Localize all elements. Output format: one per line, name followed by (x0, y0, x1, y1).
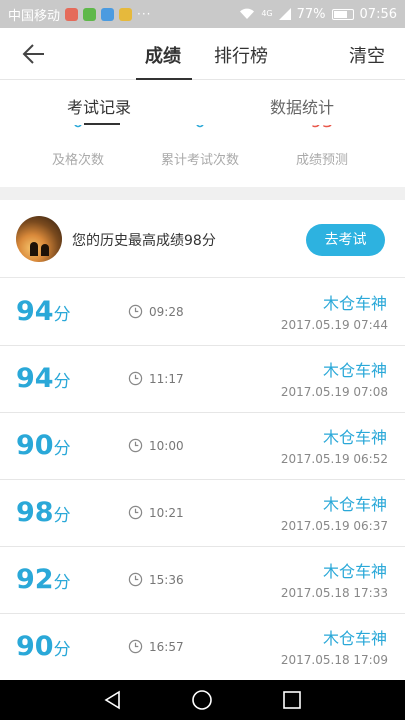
app-header: 成绩 排行榜 清空 (0, 28, 405, 80)
signal-icon (278, 8, 291, 20)
record-duration: 10:21 (149, 506, 184, 520)
status-bar: 中国移动 ··· 4G 77% 07:56 (0, 0, 405, 28)
clock-icon (128, 371, 143, 386)
clear-button[interactable]: 清空 (349, 42, 385, 68)
record-duration: 11:17 (149, 372, 184, 386)
record-score-value: 90 (16, 430, 54, 461)
record-score-value: 94 (16, 363, 54, 394)
clock-icon (128, 572, 143, 587)
record-score: 98分 (16, 497, 71, 528)
stat-label: 及格次数 (51, 153, 104, 168)
nav-back-icon[interactable] (101, 688, 125, 712)
table-row[interactable]: 94分 09:28 木仓车神 2017.05.19 07:44 (0, 279, 405, 346)
record-score: 94分 (16, 296, 71, 327)
tab-score[interactable]: 成绩 (145, 42, 181, 68)
record-date: 2017.05.18 17:09 (280, 653, 388, 667)
record-score-unit: 分 (53, 573, 71, 593)
notification-app-icon (119, 7, 133, 21)
record-score-unit: 分 (53, 305, 71, 325)
system-nav-bar (0, 680, 405, 720)
table-row[interactable]: 98分 10:21 木仓车神 2017.05.19 06:37 (0, 480, 405, 547)
record-date: 2017.05.19 07:44 (280, 318, 388, 332)
tab-statistics[interactable]: 数据统计 (270, 94, 334, 118)
more-notifications-icon: ··· (137, 7, 152, 21)
record-duration: 16:57 (149, 640, 184, 654)
record-score-unit: 分 (53, 372, 71, 392)
tab-leaderboard[interactable]: 排行榜 (214, 42, 268, 68)
record-duration: 10:00 (149, 439, 184, 453)
table-row[interactable]: 90分 16:57 木仓车神 2017.05.18 17:09 (0, 614, 405, 681)
avatar (16, 216, 62, 262)
back-arrow-icon[interactable] (20, 40, 48, 68)
record-username: 木仓车神 (322, 294, 387, 313)
record-date: 2017.05.19 06:52 (280, 452, 388, 466)
active-tab-indicator (136, 78, 192, 80)
stat-value: 0 (18, 125, 138, 132)
record-date: 2017.05.19 06:37 (280, 519, 388, 533)
best-score-row: 您的历史最高成绩98分 去考试 (0, 200, 405, 278)
record-score: 90分 (16, 430, 71, 461)
notification-app-icon (83, 7, 97, 21)
tab-exam-records[interactable]: 考试记录 (67, 94, 131, 118)
clock-icon (128, 438, 143, 453)
network-type: 4G (261, 9, 273, 18)
take-exam-button[interactable]: 去考试 (306, 224, 385, 256)
nav-home-icon[interactable] (190, 688, 214, 712)
record-score-value: 92 (16, 564, 54, 595)
record-username: 木仓车神 (322, 361, 387, 380)
record-date: 2017.05.19 07:08 (280, 385, 388, 399)
stat-value: 93 (262, 125, 382, 132)
nav-recents-icon[interactable] (280, 688, 304, 712)
clock-icon (128, 639, 143, 654)
clock-icon (128, 505, 143, 520)
record-username: 木仓车神 (322, 629, 387, 648)
record-score-unit: 分 (53, 439, 71, 459)
carrier-label: 中国移动 (8, 8, 61, 24)
record-list: 94分 09:28 木仓车神 2017.05.19 07:44 94分 11:17 木仓车神… (0, 279, 405, 681)
table-row[interactable]: 94分 11:17 木仓车神 2017.05.19 07:08 (0, 346, 405, 413)
battery-percent: 77% (296, 6, 326, 22)
record-username: 木仓车神 (322, 428, 387, 447)
record-duration: 15:36 (149, 573, 184, 587)
sub-tabs: 考试记录 数据统计 (0, 81, 405, 125)
record-score: 94分 (16, 363, 71, 394)
record-score-unit: 分 (53, 506, 71, 526)
stat-value: 0 (140, 125, 260, 132)
record-username: 木仓车神 (322, 562, 387, 581)
stats-panel: 0 及格次数 0 累计考试次数 93 成绩预测 (0, 125, 405, 187)
notification-app-icon (101, 7, 115, 21)
table-row[interactable]: 92分 15:36 木仓车神 2017.05.18 17:33 (0, 547, 405, 614)
record-date: 2017.05.18 17:33 (280, 586, 388, 600)
section-divider (0, 187, 405, 200)
record-score-value: 98 (16, 497, 54, 528)
clock-time: 07:56 (359, 6, 397, 22)
notification-app-icon (65, 7, 79, 21)
stat-label: 成绩预测 (295, 153, 348, 168)
record-score-value: 94 (16, 296, 54, 327)
record-duration: 09:28 (149, 305, 184, 319)
table-row[interactable]: 90分 10:00 木仓车神 2017.05.19 06:52 (0, 413, 405, 480)
record-username: 木仓车神 (322, 495, 387, 514)
record-score-unit: 分 (53, 640, 71, 660)
record-score: 90分 (16, 631, 71, 662)
clock-icon (128, 304, 143, 319)
battery-icon (331, 8, 354, 20)
stat-label: 累计考试次数 (160, 153, 239, 168)
wifi-icon (240, 8, 255, 19)
best-score-text: 您的历史最高成绩98分 (72, 233, 216, 249)
record-score: 92分 (16, 564, 71, 595)
record-score-value: 90 (16, 631, 54, 662)
